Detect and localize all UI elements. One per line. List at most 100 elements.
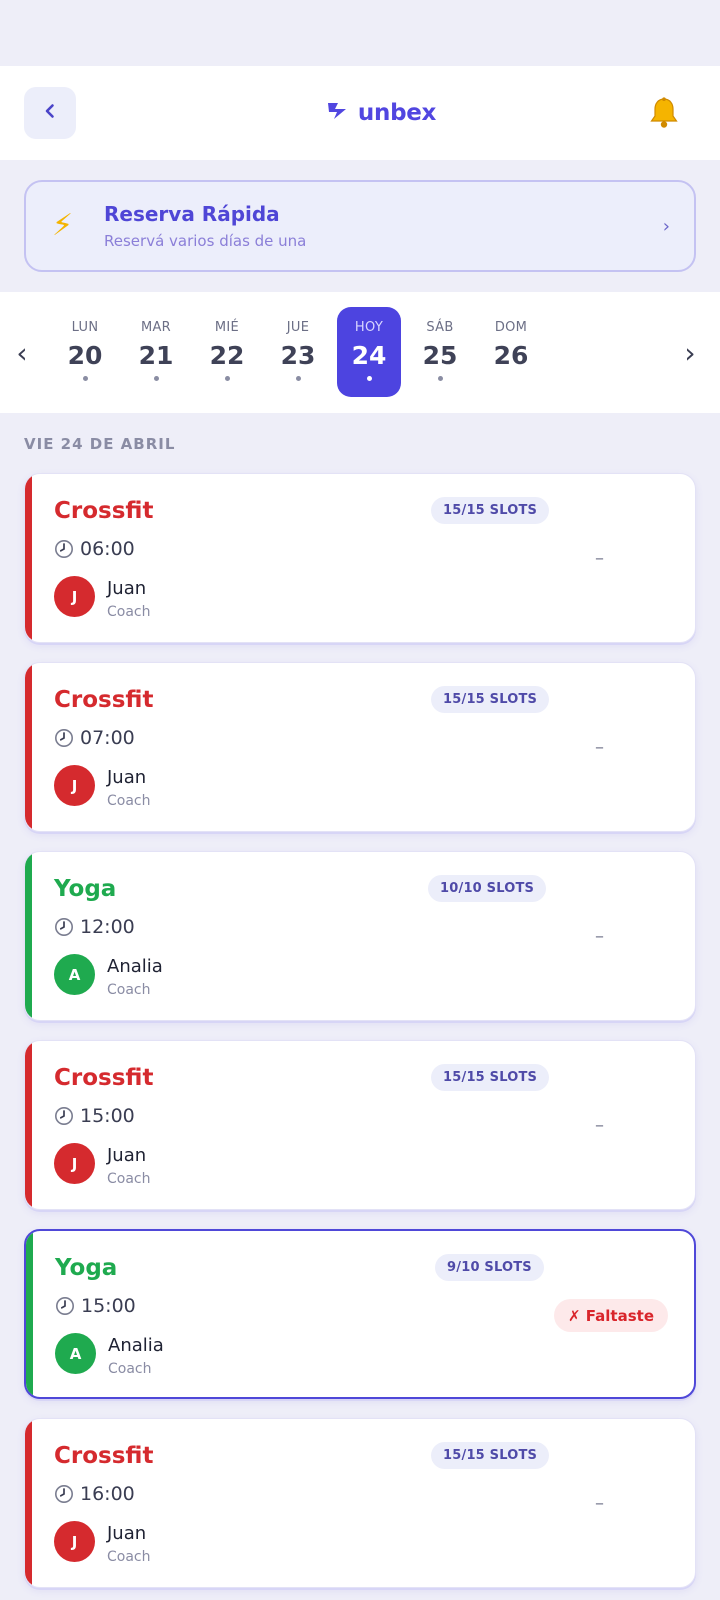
clock-icon (54, 1106, 74, 1126)
booking-status: – (595, 737, 604, 758)
coach-role: Coach (107, 1171, 151, 1187)
class-card[interactable]: Crossfit 15/15 SLOTS 07:00 J Juan Coach … (24, 662, 696, 832)
coach-avatar: A (54, 954, 95, 995)
brand: unbex (326, 100, 436, 126)
coach-role: Coach (107, 793, 151, 809)
booking-status: – (595, 926, 604, 947)
clock-icon (54, 917, 74, 937)
day-name: MIÉ (214, 320, 240, 335)
class-card[interactable]: Yoga 10/10 SLOTS 12:00 A Analia Coach – (24, 851, 696, 1021)
previous-week-icon[interactable]: ‹ (10, 336, 34, 369)
day-indicator-dot (437, 376, 443, 381)
clock-icon (54, 728, 74, 748)
chevron-left-icon (41, 102, 59, 124)
slots-badge: 15/15 SLOTS (431, 1064, 550, 1091)
class-name: Yoga (54, 876, 117, 902)
quick-booking-subtitle: Reservá varios días de una (104, 232, 307, 250)
status-bar-area (0, 0, 720, 66)
day-mon[interactable]: LUN 20 (53, 307, 117, 397)
class-color-stripe (25, 474, 32, 642)
quick-booking-text: Reserva Rápida Reservá varios días de un… (104, 202, 663, 250)
booking-status: – (595, 548, 604, 569)
class-time-row: 15:00 (55, 1295, 136, 1317)
clock-icon (54, 539, 74, 559)
class-time: 07:00 (80, 727, 135, 749)
day-number: 24 (351, 341, 387, 370)
class-time-row: 16:00 (54, 1483, 135, 1505)
chevron-right-icon: › (662, 215, 670, 237)
day-number: 22 (209, 341, 245, 370)
class-name: Crossfit (54, 687, 154, 713)
slots-badge: 15/15 SLOTS (431, 497, 550, 524)
class-time: 06:00 (80, 538, 135, 560)
slots-badge: 9/10 SLOTS (435, 1254, 544, 1281)
coach-name: Juan (107, 767, 147, 788)
booking-status: – (595, 1493, 604, 1514)
class-card-selected[interactable]: Yoga 9/10 SLOTS 15:00 A Analia Coach ✗ F… (24, 1229, 696, 1399)
slots-badge: 15/15 SLOTS (431, 1442, 550, 1469)
day-sat[interactable]: SÁB 25 (408, 307, 472, 397)
day-indicator-dot (82, 376, 88, 381)
booking-status: – (595, 1115, 604, 1136)
brand-name: unbex (357, 100, 437, 126)
day-number: 20 (67, 341, 103, 370)
day-indicator-dot (295, 376, 301, 381)
class-color-stripe (26, 1231, 33, 1397)
class-color-stripe (25, 1419, 32, 1587)
class-time-row: 07:00 (54, 727, 135, 749)
coach-role: Coach (107, 604, 151, 620)
coach-name: Juan (107, 578, 147, 599)
missed-status-badge: ✗ Faltaste (554, 1299, 668, 1332)
coach-avatar: A (55, 1333, 96, 1374)
class-time: 16:00 (80, 1483, 135, 1505)
class-name: Yoga (55, 1255, 118, 1281)
class-color-stripe (25, 852, 32, 1020)
bolt-logo-icon (326, 102, 348, 124)
class-time-row: 06:00 (54, 538, 135, 560)
class-time: 12:00 (80, 916, 135, 938)
quick-booking-card[interactable]: ⚡ Reserva Rápida Reservá varios días de … (24, 180, 696, 272)
day-indicator-dot (366, 376, 372, 381)
coach-avatar: J (54, 576, 95, 617)
class-card[interactable]: Crossfit 15/15 SLOTS 16:00 J Juan Coach … (24, 1418, 696, 1588)
next-week-icon[interactable]: › (678, 336, 702, 369)
app-header: unbex (0, 66, 720, 160)
class-name: Crossfit (54, 1065, 154, 1091)
day-thu[interactable]: JUE 23 (266, 307, 330, 397)
day-name: HOY (354, 320, 384, 335)
day-indicator-dot (224, 376, 230, 381)
class-time: 15:00 (81, 1295, 136, 1317)
selected-date-heading: VIE 24 DE ABRIL (24, 435, 176, 453)
day-sun[interactable]: DOM 26 (479, 307, 543, 397)
clock-icon (55, 1296, 75, 1316)
slots-badge: 10/10 SLOTS (428, 875, 547, 902)
slots-badge: 15/15 SLOTS (431, 686, 550, 713)
day-name: SÁB (426, 320, 454, 335)
coach-name: Analia (107, 956, 163, 977)
class-card[interactable]: Crossfit 15/15 SLOTS 06:00 J Juan Coach … (24, 473, 696, 643)
coach-name: Juan (107, 1523, 147, 1544)
notifications-bell-icon[interactable] (646, 95, 682, 131)
quick-booking-title: Reserva Rápida (104, 202, 280, 226)
coach-avatar: J (54, 1143, 95, 1184)
day-name: JUE (286, 320, 310, 335)
back-button[interactable] (24, 87, 76, 139)
coach-role: Coach (108, 1361, 152, 1377)
class-time: 15:00 (80, 1105, 135, 1127)
coach-name: Analia (108, 1335, 164, 1356)
day-indicator-dot (153, 376, 159, 381)
lightning-icon: ⚡ (52, 208, 74, 243)
class-list: Crossfit 15/15 SLOTS 06:00 J Juan Coach … (0, 473, 720, 1588)
day-name: MAR (140, 320, 172, 335)
class-card[interactable]: Crossfit 15/15 SLOTS 15:00 J Juan Coach … (24, 1040, 696, 1210)
coach-name: Juan (107, 1145, 147, 1166)
coach-avatar: J (54, 1521, 95, 1562)
day-wed[interactable]: MIÉ 22 (195, 307, 259, 397)
day-number: 21 (138, 341, 174, 370)
clock-icon (54, 1484, 74, 1504)
day-tue[interactable]: MAR 21 (124, 307, 188, 397)
day-name: LUN (71, 320, 99, 335)
day-today[interactable]: HOY 24 (337, 307, 401, 397)
class-color-stripe (25, 663, 32, 831)
class-time-row: 15:00 (54, 1105, 135, 1127)
